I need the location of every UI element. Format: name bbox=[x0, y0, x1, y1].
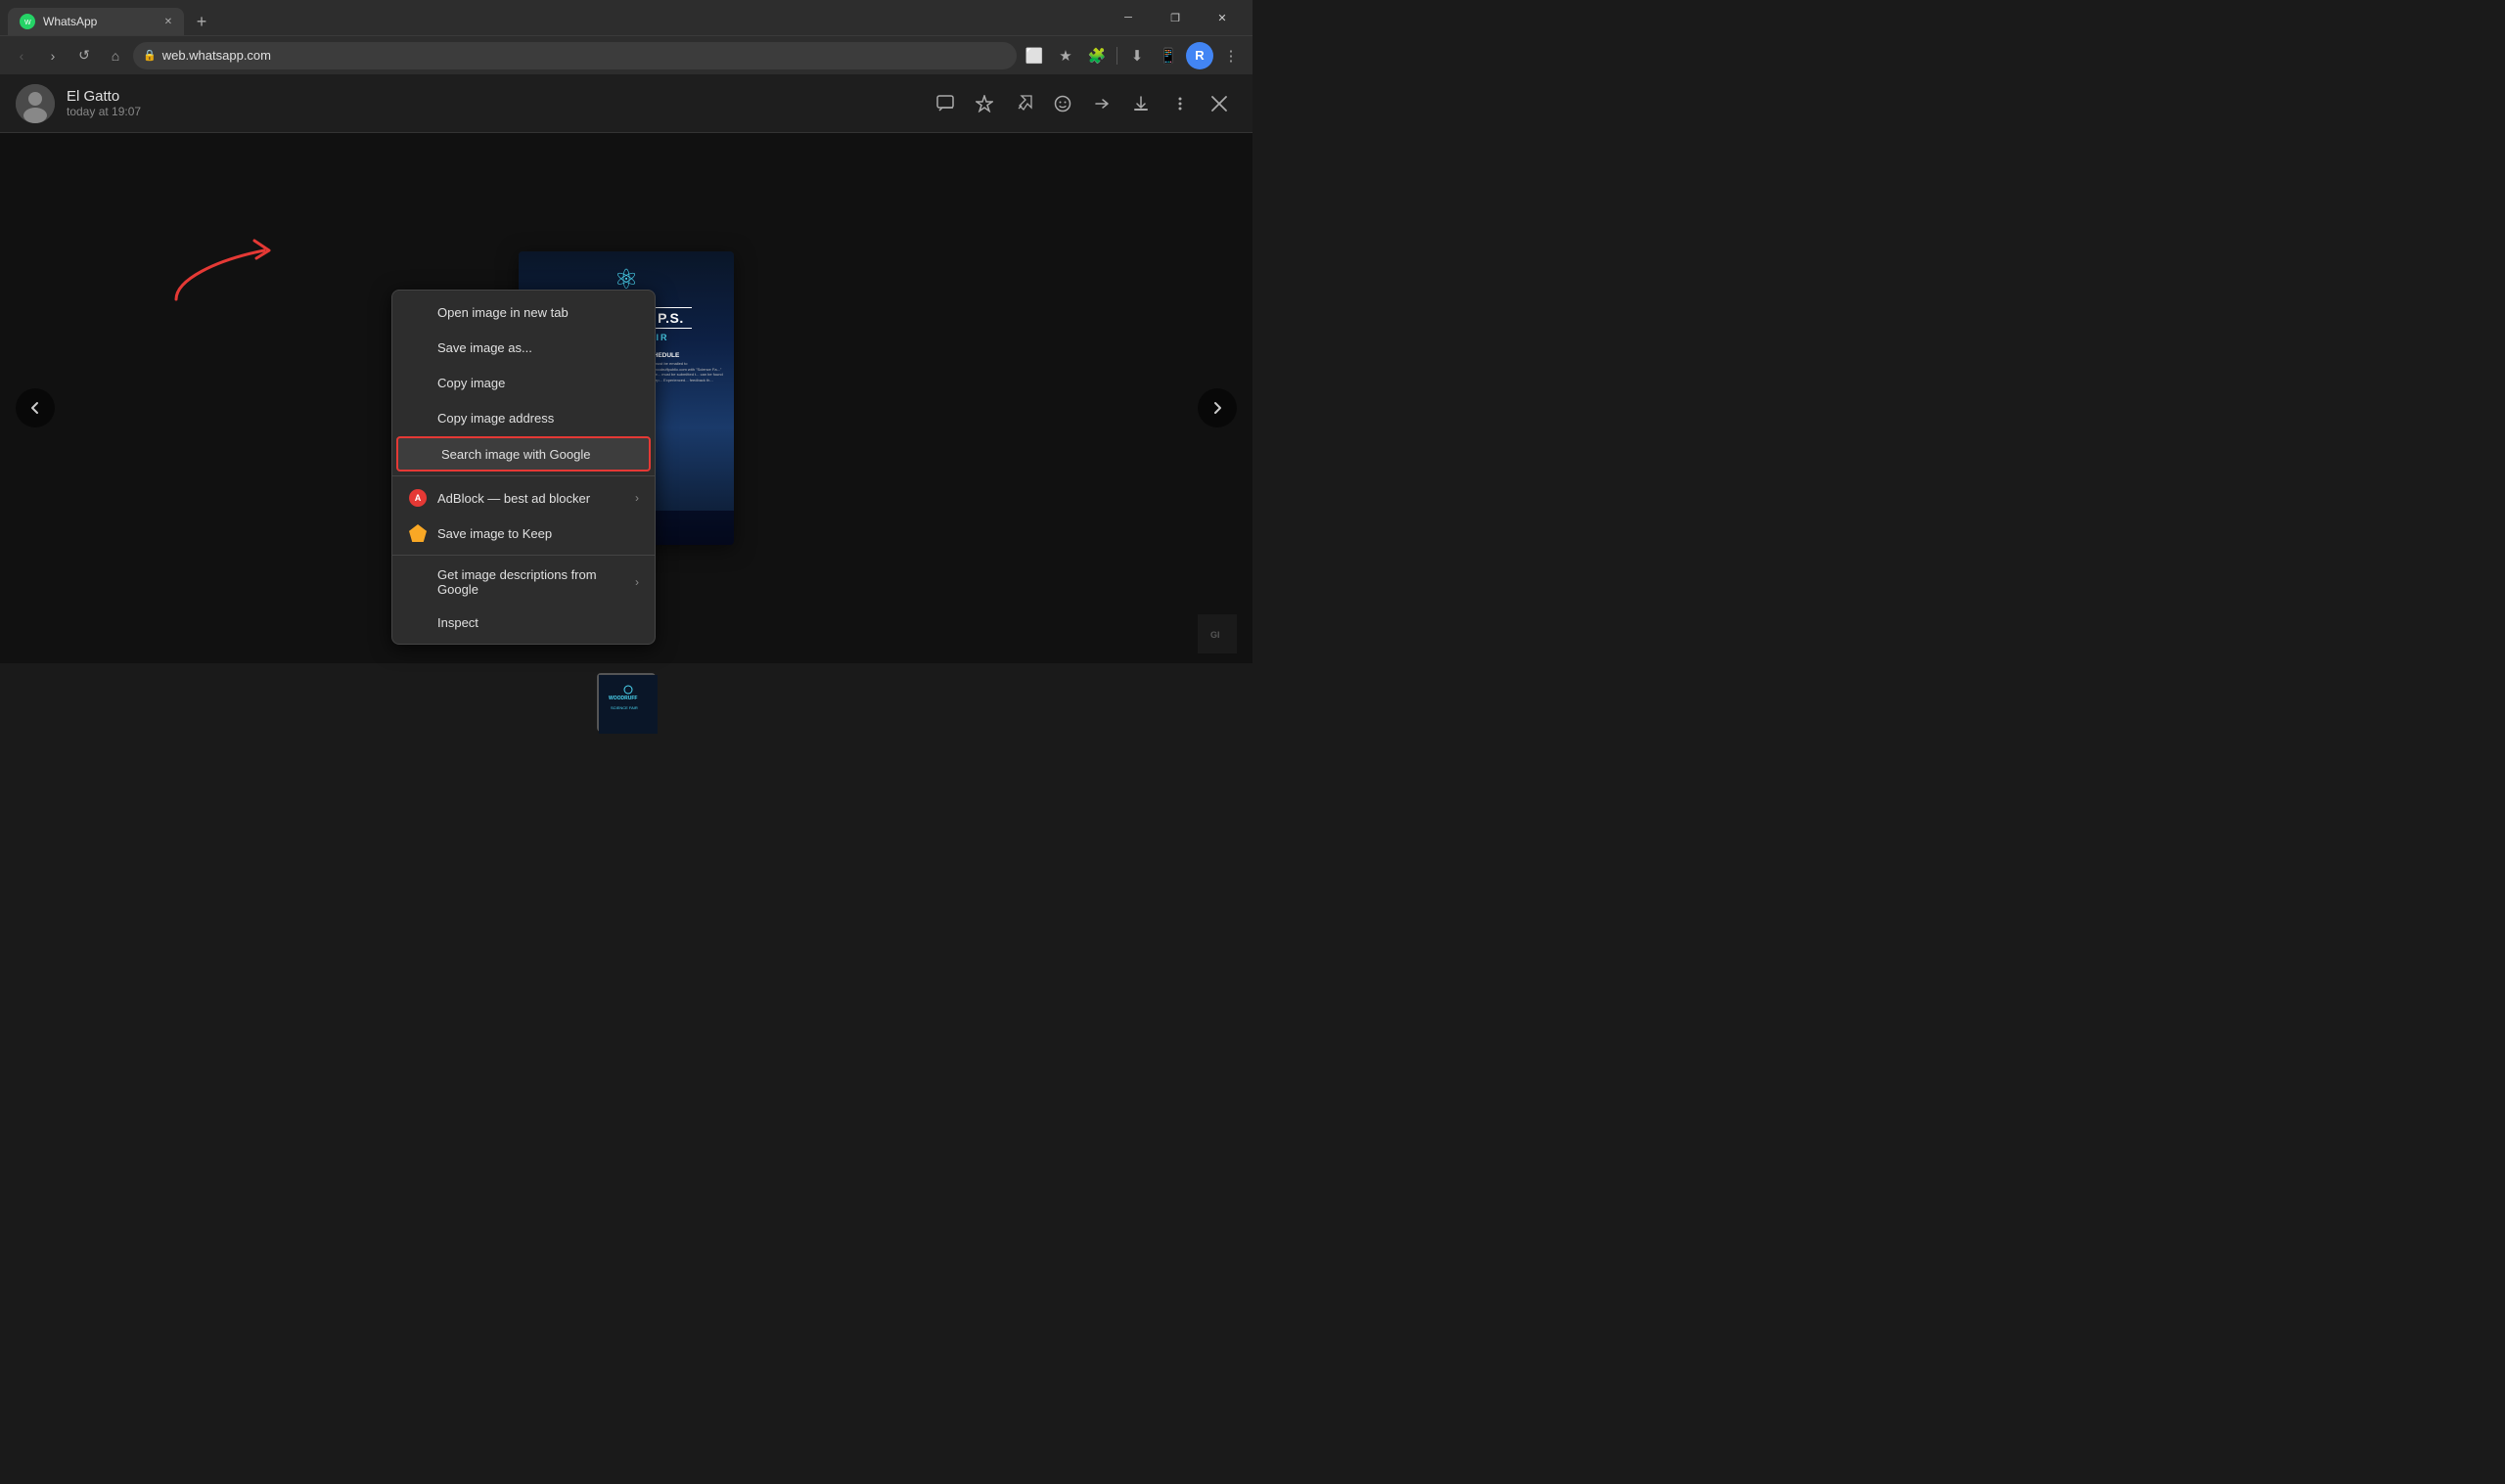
svg-text:WOODRUFF: WOODRUFF bbox=[609, 696, 637, 701]
copy-image-address-label: Copy image address bbox=[437, 411, 639, 426]
context-menu: Open image in new tab Save image as... C… bbox=[391, 290, 656, 645]
cast-icon[interactable]: ⬜ bbox=[1021, 42, 1048, 69]
extension-icon[interactable]: 🧩 bbox=[1083, 42, 1111, 69]
inspect-label: Inspect bbox=[437, 615, 639, 630]
save-image-as-icon bbox=[408, 337, 428, 357]
star-action-button[interactable] bbox=[967, 86, 1002, 121]
header-actions bbox=[928, 86, 1237, 121]
emoji-action-button[interactable] bbox=[1045, 86, 1080, 121]
context-menu-inspect[interactable]: Inspect bbox=[392, 605, 655, 640]
pin-action-button[interactable] bbox=[1006, 86, 1041, 121]
browser-frame: W WhatsApp ✕ + ─ ❐ ✕ ‹ › ↺ ⌂ 🔒 web.whats… bbox=[0, 0, 1252, 742]
main-content: El Gatto today at 19:07 bbox=[0, 74, 1252, 742]
viewer-header: El Gatto today at 19:07 bbox=[0, 74, 1252, 133]
active-tab[interactable]: W WhatsApp ✕ bbox=[8, 8, 184, 35]
context-menu-copy-image-address[interactable]: Copy image address bbox=[392, 400, 655, 435]
context-menu-save-to-keep[interactable]: Save image to Keep bbox=[392, 516, 655, 551]
toolbar-divider bbox=[1116, 47, 1117, 65]
maximize-button[interactable]: ❐ bbox=[1153, 4, 1198, 31]
tablet-icon[interactable]: 📱 bbox=[1155, 42, 1182, 69]
url-text: web.whatsapp.com bbox=[162, 48, 1007, 63]
download-action-button[interactable] bbox=[1123, 86, 1159, 121]
context-menu-adblock[interactable]: A AdBlock — best ad blocker › bbox=[392, 480, 655, 516]
search-image-google-label: Search image with Google bbox=[441, 447, 635, 462]
close-viewer-button[interactable] bbox=[1202, 86, 1237, 121]
sender-avatar bbox=[16, 84, 55, 123]
context-menu-save-image-as[interactable]: Save image as... bbox=[392, 330, 655, 365]
copy-image-label: Copy image bbox=[437, 376, 639, 390]
comment-action-button[interactable] bbox=[928, 86, 963, 121]
context-menu-get-descriptions[interactable]: Get image descriptions from Google › bbox=[392, 560, 655, 605]
adblock-logo: A bbox=[409, 489, 427, 507]
open-new-tab-icon bbox=[408, 302, 428, 322]
open-new-tab-label: Open image in new tab bbox=[437, 305, 639, 320]
tab-close-button[interactable]: ✕ bbox=[160, 14, 176, 29]
address-bar: ‹ › ↺ ⌂ 🔒 web.whatsapp.com ⬜ ★ 🧩 ⬇ 📱 R ⋮ bbox=[0, 35, 1252, 74]
inspect-icon bbox=[408, 612, 428, 632]
refresh-button[interactable]: ↺ bbox=[70, 42, 98, 69]
svg-text:GI: GI bbox=[1210, 630, 1220, 640]
watermark: GI bbox=[1198, 614, 1237, 653]
lock-icon: 🔒 bbox=[143, 49, 157, 62]
save-to-keep-label: Save image to Keep bbox=[437, 526, 639, 541]
menu-button[interactable]: ⋮ bbox=[1217, 42, 1245, 69]
download-toolbar-icon[interactable]: ⬇ bbox=[1123, 42, 1151, 69]
address-bar-actions: ⬜ ★ 🧩 ⬇ 📱 R ⋮ bbox=[1021, 42, 1245, 69]
more-action-button[interactable] bbox=[1162, 86, 1198, 121]
prev-image-button[interactable] bbox=[16, 388, 55, 427]
context-menu-separator-2 bbox=[392, 555, 655, 556]
home-button[interactable]: ⌂ bbox=[102, 42, 129, 69]
red-arrow-annotation bbox=[157, 231, 294, 309]
forward-action-button[interactable] bbox=[1084, 86, 1119, 121]
tab-bar: W WhatsApp ✕ + ─ ❐ ✕ bbox=[0, 0, 1252, 35]
bookmark-icon[interactable]: ★ bbox=[1052, 42, 1079, 69]
sender-time: today at 19:07 bbox=[67, 105, 928, 118]
forward-button[interactable]: › bbox=[39, 42, 67, 69]
thumbnail-item[interactable]: WOODRUFF SCIENCE FAIR bbox=[597, 673, 656, 732]
copy-image-address-icon bbox=[408, 408, 428, 427]
new-tab-button[interactable]: + bbox=[188, 8, 215, 35]
sender-name: El Gatto bbox=[67, 88, 928, 105]
thumbnail-strip: WOODRUFF SCIENCE FAIR bbox=[0, 663, 1252, 742]
get-descriptions-icon bbox=[408, 572, 428, 592]
window-controls: ─ ❐ ✕ bbox=[1106, 4, 1245, 35]
profile-button[interactable]: R bbox=[1186, 42, 1213, 69]
context-menu-search-image-google[interactable]: Search image with Google bbox=[396, 436, 651, 472]
adblock-arrow-icon: › bbox=[635, 491, 639, 505]
context-menu-separator-1 bbox=[392, 475, 655, 476]
save-image-as-label: Save image as... bbox=[437, 340, 639, 355]
context-menu-open-new-tab[interactable]: Open image in new tab bbox=[392, 294, 655, 330]
back-button[interactable]: ‹ bbox=[8, 42, 35, 69]
context-menu-copy-image[interactable]: Copy image bbox=[392, 365, 655, 400]
sender-info: El Gatto today at 19:07 bbox=[67, 88, 928, 118]
url-bar[interactable]: 🔒 web.whatsapp.com bbox=[133, 42, 1017, 69]
search-image-google-icon bbox=[412, 444, 432, 464]
next-image-button[interactable] bbox=[1198, 388, 1237, 427]
copy-image-icon bbox=[408, 373, 428, 392]
keep-icon bbox=[408, 523, 428, 543]
svg-text:SCIENCE FAIR: SCIENCE FAIR bbox=[611, 705, 638, 710]
tab-favicon: W bbox=[20, 14, 35, 29]
close-button[interactable]: ✕ bbox=[1200, 4, 1245, 31]
adblock-label: AdBlock — best ad blocker bbox=[437, 491, 625, 506]
tab-title: WhatsApp bbox=[43, 15, 153, 28]
keep-logo bbox=[409, 524, 427, 542]
viewer-area: El Gatto today at 19:07 bbox=[0, 74, 1252, 742]
adblock-icon: A bbox=[408, 488, 428, 508]
minimize-button[interactable]: ─ bbox=[1106, 4, 1151, 31]
svg-text:W: W bbox=[24, 20, 31, 26]
get-descriptions-arrow-icon: › bbox=[635, 575, 639, 589]
get-descriptions-label: Get image descriptions from Google bbox=[437, 567, 625, 597]
